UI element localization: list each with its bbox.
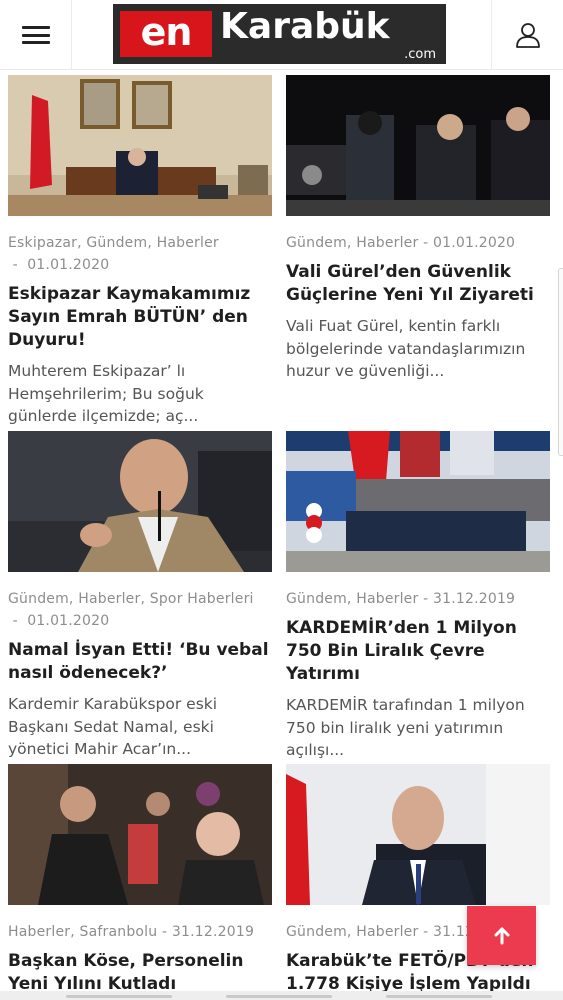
article-categories: Eskipazar, Gündem, Haberler (8, 235, 219, 251)
logo-domain-text: .com (404, 47, 436, 62)
article-excerpt: Vali Fuat Gürel, kentin farklı bölgeleri… (286, 317, 526, 380)
article-date: - 01.01.2020 (8, 613, 110, 629)
news-card[interactable]: Gündem, Haberler, Spor Haberleri - 01.01… (8, 431, 272, 761)
article-title[interactable]: Başkan Köse, Personelin Yeni Yılını Kutl… (8, 950, 272, 996)
article-meta: Gündem, Haberler, Spor Haberleri - 01.01… (8, 588, 272, 632)
arrow-up-icon (494, 927, 509, 944)
site-logo[interactable]: en Karabük .com (113, 4, 446, 64)
news-thumbnail-official-portrait[interactable] (286, 764, 550, 905)
bottom-bar-segment (226, 995, 332, 998)
news-card[interactable]: Gündem, Haberler - 01.01.2020 Vali Gürel… (286, 75, 550, 383)
news-thumbnail-governor-visit[interactable] (286, 75, 550, 216)
article-date: - 01.01.2020 (8, 257, 110, 273)
article-excerpt: Kardemir Karabükspor eski Başkanı Sedat … (8, 695, 218, 758)
hamburger-menu-icon (21, 26, 50, 44)
news-card[interactable]: Haberler, Safranbolu - 31.12.2019 Başkan… (8, 764, 272, 996)
bottom-bar-segment (66, 995, 172, 998)
article-title[interactable]: KARDEMİR’den 1 Milyon 750 Bin Liralık Çe… (286, 617, 550, 686)
logo-name-text: Karabük (220, 6, 390, 47)
article-meta: Haberler, Safranbolu - 31.12.2019 (8, 921, 272, 943)
browser-bottom-bar (0, 991, 563, 1000)
user-account-icon (515, 23, 540, 48)
article-categories: Gündem, Haberler, Spor Haberleri (8, 591, 254, 607)
news-card[interactable]: Eskipazar, Gündem, Haberler - 01.01.2020… (8, 75, 272, 428)
article-excerpt: KARDEMİR tarafından 1 milyon 750 bin lir… (286, 696, 525, 759)
news-card[interactable]: Gündem, Haberler - 31.12.2019 KARDEMİR’d… (286, 431, 550, 762)
article-title[interactable]: Vali Gürel’den Güvenlik Güçlerine Yeni Y… (286, 261, 550, 307)
news-thumbnail-kardemir-ceremony[interactable] (286, 431, 550, 572)
article-title[interactable]: Eskipazar Kaymakamımız Sayın Emrah BÜTÜN… (8, 283, 272, 352)
article-categories-date: Gündem, Haberler - 31.12.2019 (286, 591, 516, 607)
menu-button[interactable] (0, 0, 72, 70)
article-meta: Gündem, Haberler - 31.12.2019 (286, 588, 550, 610)
logo-en-text: en (120, 10, 212, 57)
article-meta: Gündem, Haberler - 01.01.2020 (286, 232, 550, 254)
user-account-button[interactable] (491, 0, 563, 70)
article-categories-date: Haberler, Safranbolu - 31.12.2019 (8, 924, 255, 940)
side-drawer-handle[interactable] (558, 268, 563, 456)
article-excerpt: Muhterem Eskipazar’ lı Hemşehrilerim; Bu… (8, 362, 204, 425)
article-title[interactable]: Namal İsyan Etti! ‘Bu vebal nasıl ödenec… (8, 639, 272, 685)
news-thumbnail-kaymakam-office[interactable] (8, 75, 272, 216)
news-thumbnail-namal-speaking[interactable] (8, 431, 272, 572)
article-categories-date: Gündem, Haberler - 01.01.2020 (286, 235, 516, 251)
news-thumbnail-staff-newyear[interactable] (8, 764, 272, 905)
site-header: en Karabük .com (0, 0, 563, 70)
scroll-to-top-button[interactable] (467, 906, 536, 965)
article-meta: Eskipazar, Gündem, Haberler - 01.01.2020 (8, 232, 272, 276)
bottom-bar-segment (386, 995, 492, 998)
